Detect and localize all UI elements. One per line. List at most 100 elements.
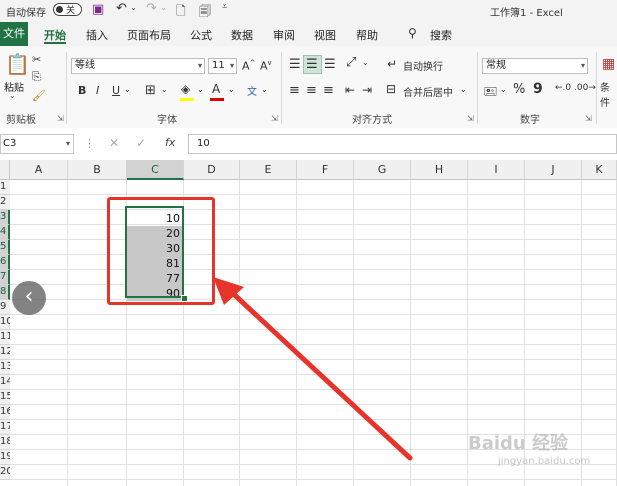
row-header-17[interactable]: 17	[0, 420, 10, 435]
column-header-g[interactable]: G	[354, 160, 411, 180]
undo-icon[interactable]: ↶	[116, 1, 127, 16]
decrease-decimal-icon[interactable]: .00→	[574, 83, 596, 93]
phonetic-dropdown-icon[interactable]: ⌄	[261, 85, 268, 94]
column-header-b[interactable]: B	[68, 160, 127, 180]
merge-center-icon[interactable]: ⊟	[386, 82, 396, 96]
column-header-a[interactable]: A	[10, 160, 68, 180]
tab-view[interactable]: 视图	[314, 27, 336, 43]
font-name-select[interactable]: 等线 ▾	[71, 58, 205, 74]
percent-button[interactable]: %	[513, 82, 525, 97]
row-header-18[interactable]: 18	[0, 435, 10, 450]
column-header-i[interactable]: I	[468, 160, 525, 180]
column-header-h[interactable]: H	[411, 160, 468, 180]
undo-dropdown-icon[interactable]: ⌄	[130, 3, 137, 12]
row-header-10[interactable]: 10	[0, 315, 10, 330]
italic-button[interactable]: I	[96, 84, 99, 97]
font-size-select[interactable]: 11 ▾	[208, 58, 237, 74]
phonetic-icon[interactable]: 文	[247, 83, 257, 98]
borders-dropdown-icon[interactable]: ⌄	[161, 85, 168, 94]
paste-dropdown-icon[interactable]: ⌄	[9, 91, 16, 100]
fill-dropdown-icon[interactable]: ⌄	[197, 85, 204, 94]
row-header-5[interactable]: 5	[0, 240, 10, 255]
paste-icon[interactable]: 📋	[5, 52, 30, 76]
cancel-icon[interactable]: ✕	[109, 136, 119, 150]
column-header-e[interactable]: E	[240, 160, 297, 180]
borders-icon[interactable]: ⊞	[145, 83, 156, 98]
row-header-16[interactable]: 16	[0, 405, 10, 420]
increase-decimal-icon[interactable]: ←.0	[555, 83, 571, 93]
increase-indent-icon[interactable]: ⇥	[362, 83, 372, 97]
tab-file[interactable]: 文件	[0, 22, 28, 46]
clipboard-launcher-icon[interactable]: ⇲	[57, 114, 64, 123]
align-bottom-icon[interactable]: ☰	[324, 57, 336, 72]
align-top-icon[interactable]: ☰	[289, 57, 301, 72]
column-header-c[interactable]: C	[127, 160, 184, 180]
conditional-format-icon[interactable]: ▦	[602, 56, 615, 72]
column-header-f[interactable]: F	[297, 160, 354, 180]
previous-arrow-button[interactable]: ‹	[12, 281, 46, 315]
formula-input[interactable]: 10	[188, 134, 617, 154]
decrease-indent-icon[interactable]: ⇤	[345, 83, 355, 97]
tab-help[interactable]: 帮助	[356, 27, 378, 43]
number-launcher-icon[interactable]: ⇲	[585, 114, 592, 123]
copy-icon[interactable]: ⎘	[32, 70, 41, 84]
align-center-icon[interactable]: ≡	[306, 83, 317, 98]
customize-qat-icon[interactable]: ⩡	[222, 2, 227, 12]
search-icon[interactable]: ⚲	[408, 26, 417, 40]
orientation-dropdown-icon[interactable]: ⌄	[362, 58, 369, 67]
wrap-text-icon[interactable]: ↵	[387, 57, 397, 71]
tab-data[interactable]: 数据	[231, 27, 253, 43]
tab-home[interactable]: 开始	[44, 27, 66, 43]
decrease-font-icon[interactable]: Av	[260, 59, 272, 73]
comma-button[interactable]: 9	[533, 81, 543, 97]
row-header-11[interactable]: 11	[0, 330, 10, 345]
underline-dropdown-icon[interactable]: ⌄	[124, 85, 131, 94]
column-header-j[interactable]: J	[525, 160, 582, 180]
merge-dropdown-icon[interactable]: ⌄	[460, 85, 467, 94]
increase-font-icon[interactable]: A^	[242, 59, 255, 73]
tab-page-layout[interactable]: 页面布局	[127, 27, 171, 43]
redo-icon[interactable]: ↷	[146, 1, 157, 16]
number-format-select[interactable]: 常规 ▾	[482, 58, 588, 74]
fill-color-icon[interactable]: ◈	[181, 82, 190, 96]
tab-search[interactable]: 搜索	[430, 27, 452, 43]
underline-button[interactable]: U	[112, 84, 120, 97]
font-color-icon[interactable]: A	[212, 82, 220, 96]
row-header-2[interactable]: 2	[0, 195, 10, 210]
insert-function-icon[interactable]: fx	[165, 136, 175, 149]
row-header-4[interactable]: 4	[0, 225, 10, 240]
row-header-1[interactable]: 1	[0, 180, 10, 195]
conditional-format-label[interactable]: 条件	[600, 79, 617, 109]
cut-icon[interactable]: ✂	[32, 53, 41, 66]
currency-dropdown-icon[interactable]: ⌄	[500, 85, 507, 94]
new-file-icon[interactable]: 🗋	[176, 2, 186, 23]
merge-center-label[interactable]: 合并后居中	[403, 84, 453, 99]
autosave-toggle[interactable]: 关	[53, 3, 82, 16]
enter-icon[interactable]: ✓	[136, 136, 146, 150]
tab-insert[interactable]: 插入	[86, 27, 108, 43]
row-header-7[interactable]: 7	[0, 270, 10, 285]
orientation-icon[interactable]: ⤢	[346, 55, 356, 70]
select-all-corner[interactable]	[0, 160, 10, 180]
save-icon[interactable]: ▣	[92, 2, 104, 17]
align-left-icon[interactable]: ≡	[289, 83, 300, 98]
drag-handle-icon[interactable]: ⋮	[84, 137, 95, 150]
column-header-d[interactable]: D	[184, 160, 240, 180]
row-header-6[interactable]: 6	[0, 255, 10, 270]
font-launcher-icon[interactable]: ⇲	[271, 114, 278, 123]
currency-icon[interactable]: 🖭	[484, 83, 497, 102]
alignment-launcher-icon[interactable]: ⇲	[467, 114, 474, 123]
tab-review[interactable]: 审阅	[273, 27, 295, 43]
font-color-dropdown-icon[interactable]: ⌄	[228, 85, 235, 94]
row-header-14[interactable]: 14	[0, 375, 10, 390]
name-box[interactable]: C3 ▾	[0, 134, 74, 154]
redo-dropdown-icon[interactable]: ⌄	[160, 3, 167, 12]
tab-formulas[interactable]: 公式	[190, 27, 212, 43]
row-header-19[interactable]: 19	[0, 450, 10, 465]
column-header-k[interactable]: K	[582, 160, 617, 180]
align-right-icon[interactable]: ≡	[323, 83, 334, 98]
print-preview-icon[interactable]: 🗐	[199, 2, 211, 23]
wrap-text-label[interactable]: 自动换行	[403, 58, 443, 73]
row-header-3[interactable]: 3	[0, 210, 10, 225]
row-header-15[interactable]: 15	[0, 390, 10, 405]
